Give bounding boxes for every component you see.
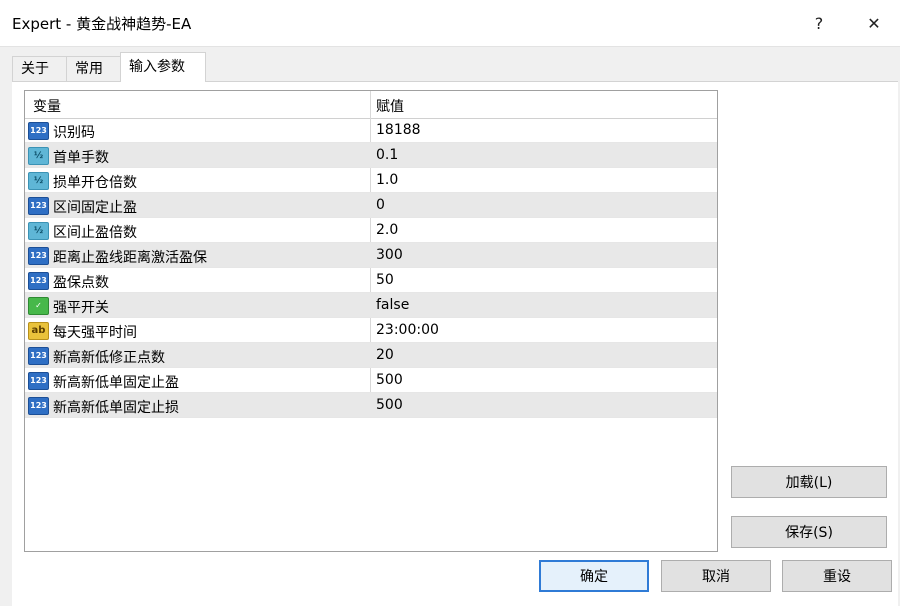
param-value[interactable]: 20 <box>376 347 394 363</box>
reset-button[interactable]: 重设 <box>782 560 892 592</box>
table-row[interactable]: ½ 区间止盈倍数 2.0 <box>25 218 717 243</box>
param-name: 区间固定止盈 <box>53 200 137 216</box>
cancel-button[interactable]: 取消 <box>661 560 771 592</box>
integer-type-icon: 123 <box>28 122 49 140</box>
param-name: 区间止盈倍数 <box>53 225 137 241</box>
header-value[interactable]: 赋值 <box>376 96 404 116</box>
help-icon: ? <box>814 13 824 33</box>
table-row[interactable]: ½ 首单手数 0.1 <box>25 143 717 168</box>
save-button[interactable]: 保存(S) <box>731 516 887 548</box>
param-name: 每天强平时间 <box>53 325 137 341</box>
param-value[interactable]: 500 <box>376 397 403 413</box>
param-name: 新高新低修正点数 <box>53 350 165 366</box>
param-name: 新高新低单固定止盈 <box>53 375 179 391</box>
grid-rows: 123 识别码 18188 ½ 首单手数 0.1 ½ 损单开仓倍数 1.0 123 区间固定止盈 0 ½… <box>25 118 717 418</box>
string-type-icon: ab <box>28 322 49 340</box>
param-name: 强平开关 <box>53 300 109 316</box>
window-title: Expert - 黄金战神趋势-EA <box>12 15 192 33</box>
header-variable[interactable]: 变量 <box>33 96 61 116</box>
table-row[interactable]: 123 距离止盈线距离激活盈保 300 <box>25 243 717 268</box>
tab-inputs[interactable]: 输入参数 <box>120 52 206 82</box>
title-bar: Expert - 黄金战神趋势-EA ? ✕ <box>0 0 900 47</box>
param-name: 识别码 <box>53 125 95 141</box>
table-row[interactable]: 123 识别码 18188 <box>25 118 717 143</box>
integer-type-icon: 123 <box>28 197 49 215</box>
integer-type-icon: 123 <box>28 272 49 290</box>
parameters-grid: 变量 赋值 123 识别码 18188 ½ 首单手数 0.1 ½ 损单开仓倍数 1.0 123 区间… <box>24 90 718 552</box>
table-row[interactable]: 123 盈保点数 50 <box>25 268 717 293</box>
table-row[interactable]: 123 区间固定止盈 0 <box>25 193 717 218</box>
double-type-icon: ½ <box>28 222 49 240</box>
param-name: 新高新低单固定止损 <box>53 400 179 416</box>
grid-header: 变量 赋值 <box>25 91 717 119</box>
integer-type-icon: 123 <box>28 372 49 390</box>
integer-type-icon: 123 <box>28 397 49 415</box>
close-icon: ✕ <box>867 13 881 33</box>
table-row[interactable]: 123 新高新低单固定止盈 500 <box>25 368 717 393</box>
param-name: 损单开仓倍数 <box>53 175 137 191</box>
param-name: 距离止盈线距离激活盈保 <box>53 250 207 266</box>
table-row[interactable]: ab 每天强平时间 23:00:00 <box>25 318 717 343</box>
close-button[interactable]: ✕ <box>852 6 896 40</box>
double-type-icon: ½ <box>28 147 49 165</box>
table-row[interactable]: 123 新高新低修正点数 20 <box>25 343 717 368</box>
load-button[interactable]: 加载(L) <box>731 466 887 498</box>
param-value[interactable]: 23:00:00 <box>376 322 439 338</box>
double-type-icon: ½ <box>28 172 49 190</box>
tab-common[interactable]: 常用 <box>66 56 122 81</box>
param-value[interactable]: 0 <box>376 197 385 213</box>
integer-type-icon: 123 <box>28 247 49 265</box>
param-value[interactable]: 2.0 <box>376 222 398 238</box>
table-row[interactable]: ✓ 强平开关 false <box>25 293 717 318</box>
table-row[interactable]: 123 新高新低单固定止损 500 <box>25 393 717 418</box>
param-name: 首单手数 <box>53 150 109 166</box>
param-value[interactable]: 50 <box>376 272 394 288</box>
param-value[interactable]: 0.1 <box>376 147 398 163</box>
help-button[interactable]: ? <box>797 6 841 40</box>
integer-type-icon: 123 <box>28 347 49 365</box>
param-value[interactable]: 18188 <box>376 122 421 138</box>
param-value[interactable]: 300 <box>376 247 403 263</box>
table-row[interactable]: ½ 损单开仓倍数 1.0 <box>25 168 717 193</box>
param-value[interactable]: 500 <box>376 372 403 388</box>
param-name: 盈保点数 <box>53 275 109 291</box>
ok-button[interactable]: 确定 <box>539 560 649 592</box>
param-value[interactable]: 1.0 <box>376 172 398 188</box>
param-value[interactable]: false <box>376 297 409 313</box>
tab-about[interactable]: 关于 <box>12 56 68 81</box>
bool-type-icon: ✓ <box>28 297 49 315</box>
